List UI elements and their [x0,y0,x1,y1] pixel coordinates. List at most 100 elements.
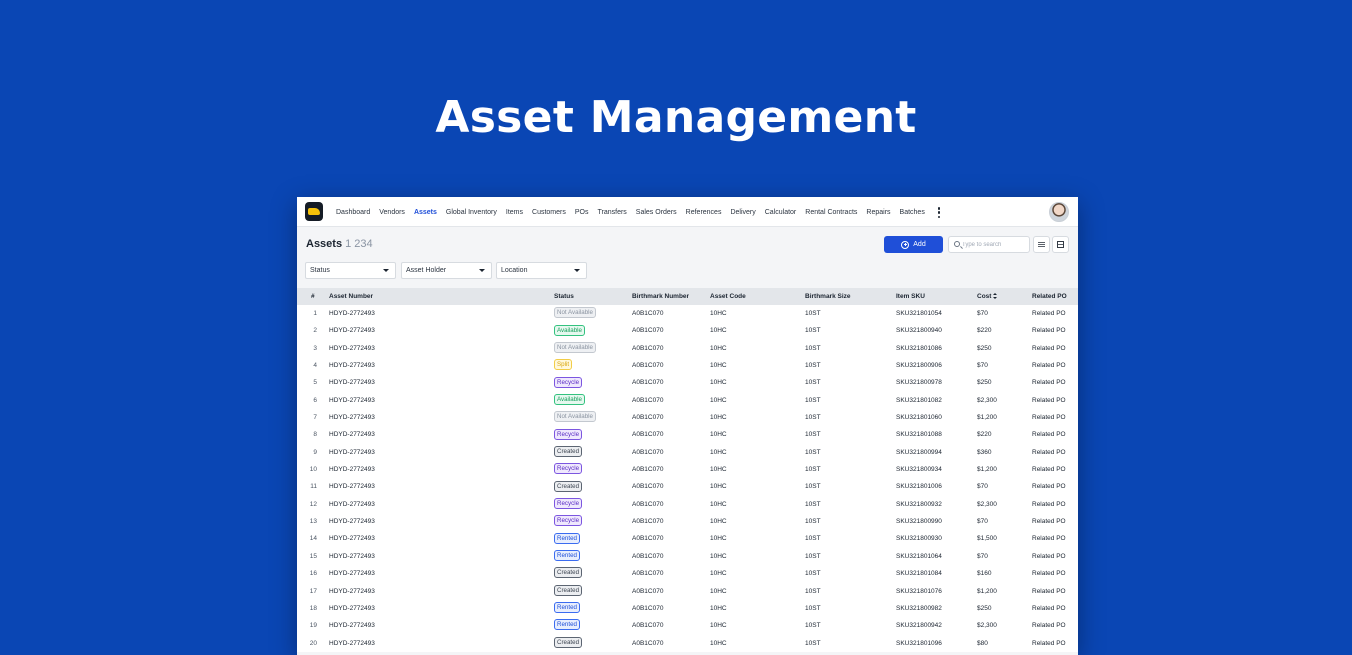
status-badge: Not Available [554,411,597,423]
table-row[interactable]: 8 HDYD-2772493 Recycle A0B1C070 10HC 10ST SKU3… [297,426,1078,444]
table-row[interactable]: 11 HDYD-2772493 Created A0B1C070 10HC 10ST SKU… [297,478,1078,496]
related-po-link-cell[interactable]: Related PO [1032,322,1066,339]
table-row[interactable]: 9 HDYD-2772493 Created A0B1C070 10HC 10ST SKU3… [297,443,1078,462]
column-header-cost[interactable]: Cost [977,288,998,305]
asset-number-cell[interactable]: HDYD-2772493 [329,513,375,530]
table-row[interactable]: 2 HDYD-2772493 Available A0B1C070 10HC 10ST SK… [297,322,1078,340]
nav-item-sales-orders[interactable]: Sales Orders [636,209,677,216]
asset-number-cell[interactable]: HDYD-2772493 [329,392,375,409]
related-po-link-cell[interactable]: Related PO [1032,357,1066,374]
table-row[interactable]: 17 HDYD-2772493 Created A0B1C070 10HC 10ST SKU… [297,582,1078,600]
asset-number-cell[interactable]: HDYD-2772493 [329,426,375,443]
table-row[interactable]: 1 HDYD-2772493 Not Available A0B1C070 10HC 10… [297,305,1078,323]
add-button[interactable]: Add [884,236,943,253]
column-header-related-po[interactable]: Related PO [1032,288,1067,305]
asset-number-cell[interactable]: HDYD-2772493 [329,583,375,600]
asset-number-cell[interactable]: HDYD-2772493 [329,461,375,478]
related-po-link-cell[interactable]: Related PO [1032,478,1066,495]
nav-item-assets[interactable]: Assets [414,209,437,216]
column-header-status[interactable]: Status [554,288,574,305]
nav-item-rental-contracts[interactable]: Rental Contracts [805,209,857,216]
related-po-link-cell[interactable]: Related PO [1032,461,1066,478]
asset-number-cell[interactable]: HDYD-2772493 [329,409,375,426]
asset-number-cell[interactable]: HDYD-2772493 [329,322,375,339]
table-row[interactable]: 4 HDYD-2772493 Split A0B1C070 10HC 10ST SKU321… [297,357,1078,375]
nav-item-delivery[interactable]: Delivery [730,209,755,216]
search-input[interactable] [962,239,1026,250]
related-po-link-cell[interactable]: Related PO [1032,635,1066,652]
nav-item-transfers[interactable]: Transfers [597,209,626,216]
location-filter-dropdown[interactable]: Location [496,262,587,279]
column-header-asset-code[interactable]: Asset Code [710,288,746,305]
related-po-link-cell[interactable]: Related PO [1032,530,1066,547]
asset-number-cell[interactable]: HDYD-2772493 [329,496,375,513]
related-po-link-cell[interactable]: Related PO [1032,409,1066,426]
table-row[interactable]: 13 HDYD-2772493 Recycle A0B1C070 10HC 10ST SKU… [297,513,1078,531]
nav-item-global-inventory[interactable]: Global Inventory [446,209,497,216]
asset-number-cell[interactable]: HDYD-2772493 [329,635,375,652]
related-po-link-cell[interactable]: Related PO [1032,565,1066,582]
asset-number-cell[interactable]: HDYD-2772493 [329,530,375,547]
columns-toggle-button[interactable] [1052,236,1069,253]
table-row[interactable]: 15 HDYD-2772493 Rented A0B1C070 10HC 10ST SKU3… [297,547,1078,566]
table-row[interactable]: 7 HDYD-2772493 Not Available A0B1C070 10HC 10… [297,409,1078,427]
table-row[interactable]: 6 HDYD-2772493 Available A0B1C070 10HC 10ST SK… [297,391,1078,410]
related-po-link-cell[interactable]: Related PO [1032,617,1066,634]
nav-item-batches[interactable]: Batches [900,209,925,216]
related-po-link-cell[interactable]: Related PO [1032,374,1066,391]
nav-item-dashboard[interactable]: Dashboard [336,209,370,216]
related-po-link-cell[interactable]: Related PO [1032,583,1066,600]
asset-number-cell[interactable]: HDYD-2772493 [329,478,375,495]
asset-number-cell[interactable]: HDYD-2772493 [329,305,375,322]
asset-number-cell[interactable]: HDYD-2772493 [329,548,375,565]
table-row[interactable]: 19 HDYD-2772493 Rented A0B1C070 10HC 10ST SKU3… [297,617,1078,635]
nav-item-repairs[interactable]: Repairs [866,209,890,216]
asset-holder-filter-dropdown[interactable]: Asset Holder [401,262,492,279]
cost-cell: $250 [977,604,992,612]
nav-item-references[interactable]: References [686,209,722,216]
related-po-link-cell[interactable]: Related PO [1032,305,1066,322]
table-row[interactable]: 10 HDYD-2772493 Recycle A0B1C070 10HC 10ST SKU… [297,461,1078,479]
nav-item-pos[interactable]: POs [575,209,589,216]
table-row[interactable]: 5 HDYD-2772493 Recycle A0B1C070 10HC 10ST SKU3… [297,374,1078,392]
search-box [948,236,1030,253]
related-po-link-cell[interactable]: Related PO [1032,513,1066,530]
related-po-link-cell[interactable]: Related PO [1032,426,1066,443]
column-header-item-sku[interactable]: Item SKU [896,288,925,305]
related-po-link-cell[interactable]: Related PO [1032,496,1066,513]
asset-number-cell[interactable]: HDYD-2772493 [329,374,375,391]
table-row[interactable]: 12 HDYD-2772493 Recycle A0B1C070 10HC 10ST SKU… [297,495,1078,514]
nav-item-items[interactable]: Items [506,209,523,216]
birthmark-size-cell: 10ST [805,587,821,595]
birthmark-number-cell: A0B1C070 [632,466,664,474]
asset-number-cell[interactable]: HDYD-2772493 [329,340,375,357]
truck-logo-icon[interactable] [305,202,323,221]
filter-settings-button[interactable] [1033,236,1050,253]
table-row[interactable]: 16 HDYD-2772493 Created A0B1C070 10HC 10ST SKU… [297,565,1078,583]
related-po-link-cell[interactable]: Related PO [1032,444,1066,461]
nav-item-calculator[interactable]: Calculator [765,209,797,216]
table-row[interactable]: 18 HDYD-2772493 Rented A0B1C070 10HC 10ST SKU3… [297,599,1078,618]
asset-number-cell[interactable]: HDYD-2772493 [329,600,375,617]
asset-number-cell[interactable]: HDYD-2772493 [329,444,375,461]
related-po-link-cell[interactable]: Related PO [1032,340,1066,357]
cost-cell: $80 [977,639,988,647]
sort-icon[interactable] [993,293,998,299]
asset-number-cell[interactable]: HDYD-2772493 [329,357,375,374]
table-row[interactable]: 20 HDYD-2772493 Created A0B1C070 10HC 10ST SKU… [297,634,1078,652]
related-po-link-cell[interactable]: Related PO [1032,548,1066,565]
table-row[interactable]: 14 HDYD-2772493 Rented A0B1C070 10HC 10ST SKU3… [297,530,1078,548]
related-po-link-cell[interactable]: Related PO [1032,392,1066,409]
user-avatar[interactable] [1049,202,1069,222]
asset-number-cell[interactable]: HDYD-2772493 [329,565,375,582]
related-po-link-cell[interactable]: Related PO [1032,600,1066,617]
column-header-birthmark-number[interactable]: Birthmark Number [632,288,689,305]
nav-item-customers[interactable]: Customers [532,209,566,216]
column-header-birthmark-size[interactable]: Birthmark Size [805,288,851,305]
column-header-asset-number[interactable]: Asset Number [329,288,373,305]
status-filter-dropdown[interactable]: Status [305,262,396,279]
kebab-menu-icon[interactable] [937,207,941,218]
table-row[interactable]: 3 HDYD-2772493 Not Available A0B1C070 10HC 10… [297,339,1078,358]
asset-number-cell[interactable]: HDYD-2772493 [329,617,375,634]
nav-item-vendors[interactable]: Vendors [379,209,405,216]
